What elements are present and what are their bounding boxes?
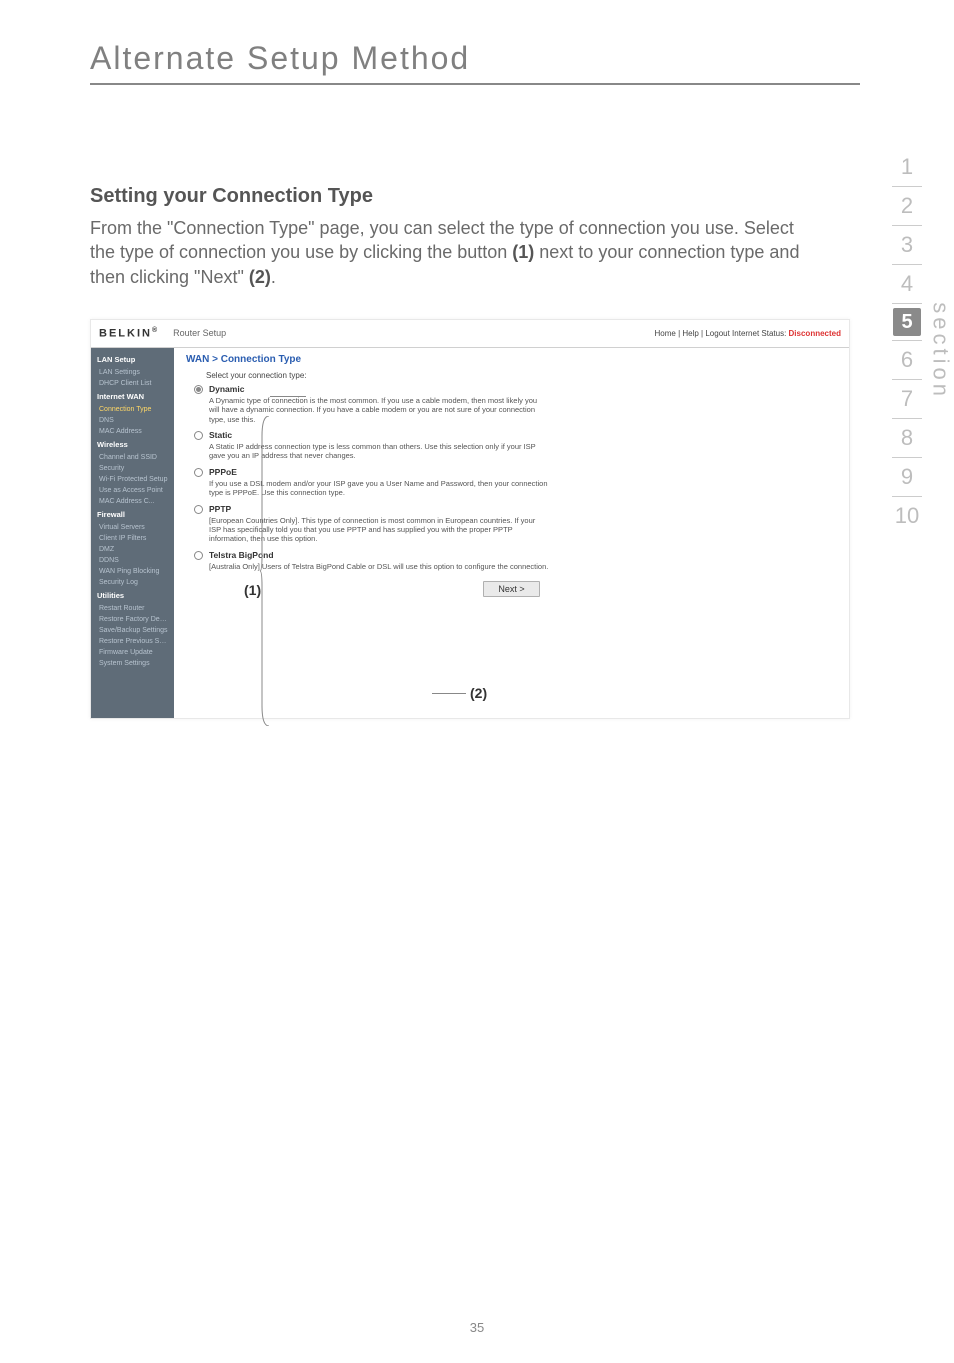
radio-icon[interactable] bbox=[194, 505, 203, 514]
option-text: Telstra BigPond [Australia Only] Users o… bbox=[209, 550, 548, 575]
option-name: Static bbox=[209, 430, 549, 440]
page-number: 35 bbox=[0, 1320, 954, 1335]
nav-sep bbox=[892, 303, 922, 304]
option-text: Dynamic A Dynamic type of connection is … bbox=[209, 384, 549, 428]
prompt-text: Select your connection type: bbox=[206, 371, 837, 380]
sidebar-item[interactable]: LAN Settings bbox=[91, 367, 174, 378]
router-main: WAN > Connection Type Select your connec… bbox=[174, 348, 849, 718]
option-text: PPPoE If you use a DSL modem and/or your… bbox=[209, 467, 549, 502]
router-sidebar: LAN Setup LAN Settings DHCP Client List … bbox=[91, 348, 174, 718]
sidebar-hdr-utilities: Utilities bbox=[91, 588, 174, 603]
option-name: PPPoE bbox=[209, 467, 549, 477]
radio-icon[interactable] bbox=[194, 431, 203, 440]
sidebar-item[interactable]: Save/Backup Settings bbox=[91, 625, 174, 636]
nav-num-active[interactable]: 5 bbox=[893, 308, 921, 336]
breadcrumb: WAN > Connection Type bbox=[186, 354, 837, 365]
sidebar-item[interactable]: Restore Previous Settings bbox=[91, 636, 174, 647]
nav-num[interactable]: 6 bbox=[892, 341, 922, 379]
radio-icon[interactable] bbox=[194, 468, 203, 477]
section-nav: 1 2 3 4 5 6 7 8 9 10 bbox=[892, 148, 922, 535]
nav-num[interactable]: 3 bbox=[892, 226, 922, 264]
callout-leader-prompt bbox=[270, 396, 306, 397]
option-pptp[interactable]: PPTP [European Countries Only]. This typ… bbox=[194, 504, 837, 548]
radio-icon[interactable] bbox=[194, 385, 203, 394]
brand-text: BELKIN bbox=[99, 328, 152, 340]
header-links[interactable]: Home | Help | Logout Internet Status: Di… bbox=[655, 329, 841, 338]
option-dynamic[interactable]: Dynamic A Dynamic type of connection is … bbox=[194, 384, 837, 428]
intro-text-end: . bbox=[271, 267, 276, 287]
sidebar-hdr-wan: Internet WAN bbox=[91, 389, 174, 404]
option-static[interactable]: Static A Static IP address connection ty… bbox=[194, 430, 837, 465]
sidebar-item[interactable]: Virtual Servers bbox=[91, 522, 174, 533]
section-heading: Setting your Connection Type bbox=[90, 185, 894, 208]
callout-label-1: (1) bbox=[244, 582, 261, 598]
sidebar-item[interactable]: DMZ bbox=[91, 544, 174, 555]
option-desc: A Static IP address connection type is l… bbox=[209, 442, 549, 461]
radio-icon[interactable] bbox=[194, 551, 203, 560]
option-desc: If you use a DSL modem and/or your ISP g… bbox=[209, 479, 549, 498]
option-name: Dynamic bbox=[209, 384, 549, 394]
sidebar-item[interactable]: Client IP Filters bbox=[91, 533, 174, 544]
callout-ref-2: (2) bbox=[249, 267, 271, 287]
callout-ref-1: (1) bbox=[512, 242, 534, 262]
sidebar-item[interactable]: DHCP Client List bbox=[91, 378, 174, 389]
router-screenshot: BELKIN® Router Setup Home | Help | Logou… bbox=[90, 319, 850, 719]
option-name: Telstra BigPond bbox=[209, 550, 548, 560]
sidebar-hdr-lan: LAN Setup bbox=[91, 352, 174, 367]
sidebar-item[interactable]: MAC Address C... bbox=[91, 496, 174, 507]
option-text: Static A Static IP address connection ty… bbox=[209, 430, 549, 465]
document-page: Alternate Setup Method Setting your Conn… bbox=[0, 0, 954, 1363]
nav-num[interactable]: 2 bbox=[892, 187, 922, 225]
callout-label-2: (2) bbox=[470, 685, 487, 701]
sidebar-item[interactable]: WAN Ping Blocking bbox=[91, 566, 174, 577]
sidebar-item[interactable]: Security Log bbox=[91, 577, 174, 588]
section-label: section bbox=[928, 302, 954, 400]
sidebar-item[interactable]: Channel and SSID bbox=[91, 452, 174, 463]
nav-num[interactable]: 10 bbox=[892, 497, 922, 535]
nav-num[interactable]: 8 bbox=[892, 419, 922, 457]
brand-reg: ® bbox=[152, 327, 159, 334]
sidebar-item[interactable]: Wi-Fi Protected Setup bbox=[91, 474, 174, 485]
sidebar-item[interactable]: Security bbox=[91, 463, 174, 474]
option-desc: [Australia Only] Users of Telstra BigPon… bbox=[209, 562, 548, 571]
next-button[interactable]: Next > bbox=[483, 581, 539, 597]
option-desc: A Dynamic type of connection is the most… bbox=[209, 396, 549, 424]
sidebar-item[interactable]: Use as Access Point bbox=[91, 485, 174, 496]
nav-num[interactable]: 4 bbox=[892, 265, 922, 303]
page-title: Alternate Setup Method bbox=[90, 40, 894, 77]
option-telstra[interactable]: Telstra BigPond [Australia Only] Users o… bbox=[194, 550, 837, 575]
nav-num[interactable]: 9 bbox=[892, 458, 922, 496]
callout-leader-2 bbox=[432, 693, 466, 694]
sidebar-item[interactable]: System Settings bbox=[91, 658, 174, 669]
router-header: BELKIN® Router Setup Home | Help | Logou… bbox=[91, 320, 849, 348]
sidebar-item[interactable]: Restore Factory Default bbox=[91, 614, 174, 625]
brand-logo: BELKIN® bbox=[99, 327, 159, 340]
option-pppoe[interactable]: PPPoE If you use a DSL modem and/or your… bbox=[194, 467, 837, 502]
header-links-text: Home | Help | Logout Internet Status: bbox=[655, 329, 789, 338]
sidebar-hdr-firewall: Firewall bbox=[91, 507, 174, 522]
internet-status: Disconnected bbox=[789, 329, 841, 338]
option-desc: [European Countries Only]. This type of … bbox=[209, 516, 549, 544]
sidebar-item-connection-type[interactable]: Connection Type bbox=[91, 404, 174, 415]
title-rule bbox=[90, 83, 860, 85]
nav-num[interactable]: 7 bbox=[892, 380, 922, 418]
sidebar-item[interactable]: MAC Address bbox=[91, 426, 174, 437]
option-text: PPTP [European Countries Only]. This typ… bbox=[209, 504, 549, 548]
next-wrap: Next > bbox=[186, 581, 837, 597]
router-body: LAN Setup LAN Settings DHCP Client List … bbox=[91, 348, 849, 718]
nav-num[interactable]: 1 bbox=[892, 148, 922, 186]
sidebar-item[interactable]: DNS bbox=[91, 415, 174, 426]
sidebar-hdr-wireless: Wireless bbox=[91, 437, 174, 452]
option-name: PPTP bbox=[209, 504, 549, 514]
sidebar-item[interactable]: Restart Router bbox=[91, 603, 174, 614]
router-subtitle: Router Setup bbox=[173, 328, 226, 338]
intro-paragraph: From the "Connection Type" page, you can… bbox=[90, 216, 810, 289]
sidebar-item[interactable]: DDNS bbox=[91, 555, 174, 566]
sidebar-item[interactable]: Firmware Update bbox=[91, 647, 174, 658]
